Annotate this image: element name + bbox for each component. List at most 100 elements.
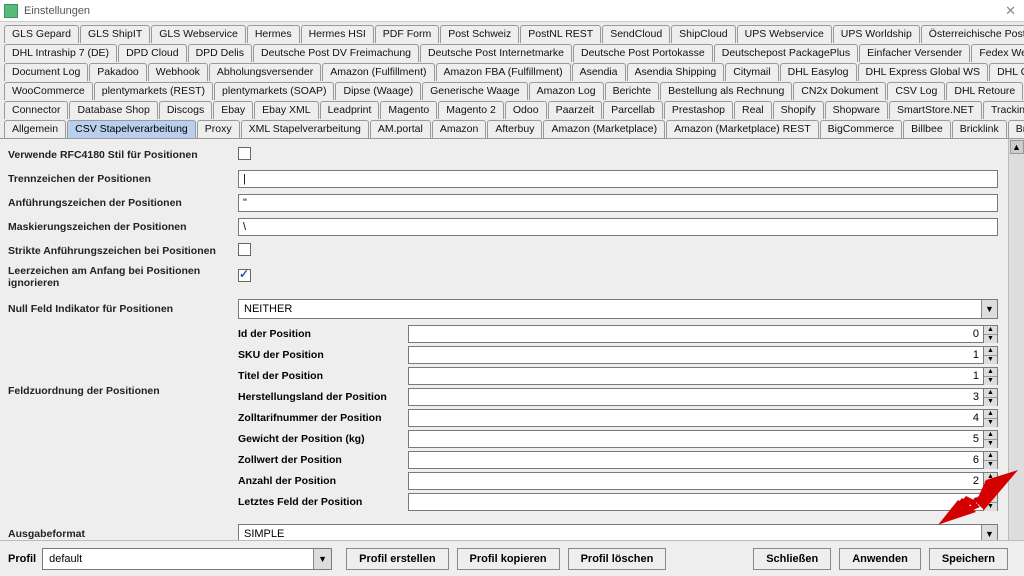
fieldmap-item-spinner[interactable]: ▲▼	[408, 493, 998, 511]
tab-fedex-webservice[interactable]: Fedex Webservice	[971, 44, 1024, 62]
tab-dhl-express-global-ws[interactable]: DHL Express Global WS	[858, 63, 989, 81]
tab-gls-shipit[interactable]: GLS ShipIT	[80, 25, 150, 43]
tab-woocommerce[interactable]: WooCommerce	[4, 82, 93, 100]
tab-dhl-intraship-7-de-[interactable]: DHL Intraship 7 (DE)	[4, 44, 117, 62]
tab-ups-webservice[interactable]: UPS Webservice	[737, 25, 832, 43]
tab-shopware[interactable]: Shopware	[825, 101, 888, 119]
nullind-combo[interactable]: NEITHER ▼	[238, 299, 998, 319]
escape-input[interactable]	[238, 218, 998, 236]
tab-am-portal[interactable]: AM.portal	[370, 120, 431, 138]
close-icon[interactable]: ✕	[1001, 3, 1020, 19]
tab-amazon-log[interactable]: Amazon Log	[529, 82, 604, 100]
spin-up-icon[interactable]: ▲	[984, 389, 997, 398]
tab-magento[interactable]: Magento	[380, 101, 437, 119]
tab-bestellung-als-rechnung[interactable]: Bestellung als Rechnung	[660, 82, 792, 100]
tab-csv-log[interactable]: CSV Log	[887, 82, 945, 100]
tab-pakadoo[interactable]: Pakadoo	[89, 63, 146, 81]
fieldmap-item-input[interactable]	[408, 388, 984, 406]
fieldmap-item-input[interactable]	[408, 451, 984, 469]
sep-input[interactable]	[238, 170, 998, 188]
spin-down-icon[interactable]: ▼	[984, 461, 997, 469]
spin-up-icon[interactable]: ▲	[984, 410, 997, 419]
tab-plentymarkets-rest-[interactable]: plentymarkets (REST)	[94, 82, 213, 100]
tab-amazon[interactable]: Amazon	[432, 120, 487, 138]
fieldmap-item-spinner[interactable]: ▲▼	[408, 388, 998, 406]
tab-cn2x-dokument[interactable]: CN2x Dokument	[793, 82, 886, 100]
tab-citymail[interactable]: Citymail	[725, 63, 778, 81]
tab-csv-stapelverarbeitung[interactable]: CSV Stapelverarbeitung	[67, 120, 196, 138]
tab-hermes[interactable]: Hermes	[247, 25, 300, 43]
tab-paarzeit[interactable]: Paarzeit	[548, 101, 603, 119]
fieldmap-item-spinner[interactable]: ▲▼	[408, 472, 998, 490]
scroll-up-icon[interactable]: ▲	[1010, 140, 1024, 154]
tab-smartstore-net[interactable]: SmartStore.NET	[889, 101, 982, 119]
fieldmap-item-input[interactable]	[408, 472, 984, 490]
spin-down-icon[interactable]: ▼	[984, 335, 997, 343]
fieldmap-item-input[interactable]	[408, 367, 984, 385]
tab--sterreichische-post[interactable]: Österreichische Post	[921, 25, 1024, 43]
tab-ebay-xml[interactable]: Ebay XML	[254, 101, 318, 119]
tab-deutsche-post-dv-freimachung[interactable]: Deutsche Post DV Freimachung	[253, 44, 419, 62]
fieldmap-item-input[interactable]	[408, 409, 984, 427]
profile-delete-button[interactable]: Profil löschen	[568, 548, 667, 570]
rfc4180-checkbox[interactable]	[238, 147, 251, 160]
spin-up-icon[interactable]: ▲	[984, 473, 997, 482]
tab-dipse-waage-[interactable]: Dipse (Waage)	[335, 82, 421, 100]
fieldmap-item-spinner[interactable]: ▲▼	[408, 409, 998, 427]
vertical-scrollbar[interactable]: ▲	[1008, 139, 1024, 552]
tab-deutschepost-packageplus[interactable]: Deutschepost PackagePlus	[714, 44, 858, 62]
tab-shopify[interactable]: Shopify	[773, 101, 824, 119]
chevron-down-icon[interactable]: ▼	[981, 300, 997, 318]
tab-ebay[interactable]: Ebay	[213, 101, 253, 119]
fieldmap-item-input[interactable]	[408, 430, 984, 448]
tab-dpd-delis[interactable]: DPD Delis	[188, 44, 252, 62]
tab-afterbuy[interactable]: Afterbuy	[487, 120, 542, 138]
tab-odoo[interactable]: Odoo	[505, 101, 547, 119]
tab-proxy[interactable]: Proxy	[197, 120, 240, 138]
save-button[interactable]: Speichern	[929, 548, 1008, 570]
tab-discogs[interactable]: Discogs	[159, 101, 212, 119]
fieldmap-item-spinner[interactable]: ▲▼	[408, 451, 998, 469]
spin-up-icon[interactable]: ▲	[984, 347, 997, 356]
tab-amazon-fulfillment-[interactable]: Amazon (Fulfillment)	[322, 63, 434, 81]
spin-down-icon[interactable]: ▼	[984, 356, 997, 364]
spin-down-icon[interactable]: ▼	[984, 440, 997, 448]
strict-checkbox[interactable]	[238, 243, 251, 256]
tab-gls-gepard[interactable]: GLS Gepard	[4, 25, 79, 43]
spin-up-icon[interactable]: ▲	[984, 326, 997, 335]
spin-up-icon[interactable]: ▲	[984, 452, 997, 461]
fieldmap-item-spinner[interactable]: ▲▼	[408, 430, 998, 448]
fieldmap-item-spinner[interactable]: ▲▼	[408, 325, 998, 343]
chevron-down-icon[interactable]: ▼	[313, 549, 331, 569]
tab-dhl-easylog[interactable]: DHL Easylog	[780, 63, 857, 81]
tab-amazon-fba-fulfillment-[interactable]: Amazon FBA (Fulfillment)	[436, 63, 571, 81]
tab-prestashop[interactable]: Prestashop	[664, 101, 733, 119]
spin-down-icon[interactable]: ▼	[984, 419, 997, 427]
tab-post-schweiz[interactable]: Post Schweiz	[440, 25, 519, 43]
tab-plentymarkets-soap-[interactable]: plentymarkets (SOAP)	[214, 82, 334, 100]
tab-dhl-retoure[interactable]: DHL Retoure	[946, 82, 1023, 100]
tab-generische-waage[interactable]: Generische Waage	[422, 82, 528, 100]
tab-shipcloud[interactable]: ShipCloud	[671, 25, 735, 43]
tab-abholungsversender[interactable]: Abholungsversender	[209, 63, 321, 81]
tab-allgemein[interactable]: Allgemein	[4, 120, 66, 138]
fieldmap-item-input[interactable]	[408, 325, 984, 343]
tab-parcellab[interactable]: Parcellab	[603, 101, 663, 119]
apply-button[interactable]: Anwenden	[839, 548, 921, 570]
tab-bigcommerce[interactable]: BigCommerce	[820, 120, 903, 138]
fieldmap-item-spinner[interactable]: ▲▼	[408, 367, 998, 385]
tab-sendcloud[interactable]: SendCloud	[602, 25, 670, 43]
tab-dhl-gesch-ftskundenversand[interactable]: DHL Geschäftskundenversand	[989, 63, 1024, 81]
tab-berichte[interactable]: Berichte	[605, 82, 660, 100]
tab-document-log[interactable]: Document Log	[4, 63, 88, 81]
tab-webhook[interactable]: Webhook	[148, 63, 208, 81]
tab-real[interactable]: Real	[734, 101, 772, 119]
close-button[interactable]: Schließen	[753, 548, 831, 570]
spin-down-icon[interactable]: ▼	[984, 482, 997, 490]
tab-billbee[interactable]: Billbee	[903, 120, 951, 138]
spin-down-icon[interactable]: ▼	[984, 503, 997, 511]
quote-input[interactable]	[238, 194, 998, 212]
tab-amazon-marketplace-rest[interactable]: Amazon (Marketplace) REST	[666, 120, 819, 138]
tab-database-shop[interactable]: Database Shop	[69, 101, 157, 119]
profile-create-button[interactable]: Profil erstellen	[346, 548, 448, 570]
